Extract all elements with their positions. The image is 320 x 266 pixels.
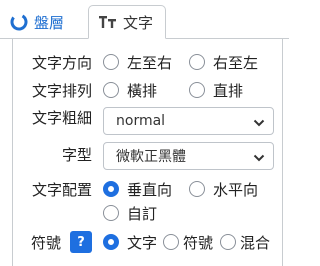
radio-right-to-left-label: 右至左 [213, 53, 259, 72]
radio-symbol-text[interactable]: 文字 [103, 232, 157, 253]
radio-symbol-mixed-circle[interactable] [220, 234, 236, 250]
help-button[interactable]: ? [70, 231, 92, 253]
font-weight-select[interactable]: normal [103, 107, 274, 135]
radio-horizontal-direction[interactable]: 水平向 [189, 179, 258, 200]
text-arrange-label: 文字排列 [31, 81, 92, 100]
radio-symbol-mixed[interactable]: 混合 [220, 232, 270, 253]
chevron-down-icon [253, 116, 265, 132]
radio-symbol-symbol-label: 符號 [183, 233, 214, 252]
radio-left-to-right[interactable]: 左至右 [103, 52, 172, 73]
tab-disk-layer[interactable]: 盤層 [10, 5, 64, 39]
radio-right-to-left-circle[interactable] [189, 54, 205, 70]
radio-symbol-text-label: 文字 [127, 233, 158, 252]
radio-vertical-direction-label: 垂直向 [127, 180, 173, 199]
font-face-select[interactable]: 微軟正黑體 [103, 142, 274, 170]
radio-horizontal-direction-circle[interactable] [189, 181, 205, 197]
radio-vertical-circle[interactable] [189, 82, 205, 98]
font-face-row: 字型 微軟正黑體 [13, 140, 282, 170]
tab-disk-layer-label: 盤層 [34, 13, 65, 32]
radio-horizontal[interactable]: 橫排 [103, 80, 157, 101]
tab-text[interactable]: 文字 [88, 5, 166, 39]
radio-right-to-left[interactable]: 右至左 [189, 52, 258, 73]
symbol-label: 符號 [31, 233, 62, 252]
radio-vertical-label: 直排 [213, 81, 244, 100]
radio-custom-circle[interactable] [103, 205, 119, 221]
text-align-label: 文字配置 [31, 180, 92, 199]
radio-symbol-symbol-circle[interactable] [163, 234, 179, 250]
text-direction-row: 文字方向 左至右 右至左 [13, 51, 282, 73]
radio-left-to-right-circle[interactable] [103, 54, 119, 70]
radio-custom-label: 自訂 [127, 204, 158, 223]
font-weight-row: 文字粗細 normal [13, 105, 282, 135]
radio-horizontal-circle[interactable] [103, 82, 119, 98]
radio-horizontal-label: 橫排 [127, 81, 158, 100]
radio-custom[interactable]: 自訂 [103, 203, 157, 224]
text-settings-panel: 文字方向 左至右 右至左 文字排列 橫排 直排 文字粗細 normal 字型 微… [12, 39, 283, 266]
font-face-label: 字型 [61, 146, 92, 164]
tab-text-label: 文字 [123, 13, 154, 32]
chevron-down-icon [253, 151, 265, 167]
radio-left-to-right-label: 左至右 [127, 53, 173, 72]
text-icon [99, 15, 117, 29]
symbol-row: 符號 ? 文字 符號 混合 [13, 230, 282, 254]
radio-symbol-symbol[interactable]: 符號 [163, 232, 213, 253]
radio-vertical-direction[interactable]: 垂直向 [103, 179, 172, 200]
radio-vertical-direction-circle[interactable] [103, 181, 119, 197]
radio-symbol-text-circle[interactable] [103, 234, 119, 250]
radio-symbol-mixed-label: 混合 [240, 233, 271, 252]
font-face-value: 微軟正黑體 [116, 149, 186, 165]
disk-layer-icon [10, 13, 28, 31]
radio-horizontal-direction-label: 水平向 [213, 180, 259, 199]
text-align-row-2: 自訂 [13, 202, 282, 224]
radio-vertical[interactable]: 直排 [189, 80, 243, 101]
font-weight-value: normal [116, 113, 166, 129]
tab-bar: 盤層 文字 [0, 0, 289, 40]
font-weight-label: 文字粗細 [31, 109, 92, 127]
text-align-row: 文字配置 垂直向 水平向 [13, 178, 282, 200]
text-direction-label: 文字方向 [31, 53, 92, 72]
text-arrange-row: 文字排列 橫排 直排 [13, 79, 282, 101]
